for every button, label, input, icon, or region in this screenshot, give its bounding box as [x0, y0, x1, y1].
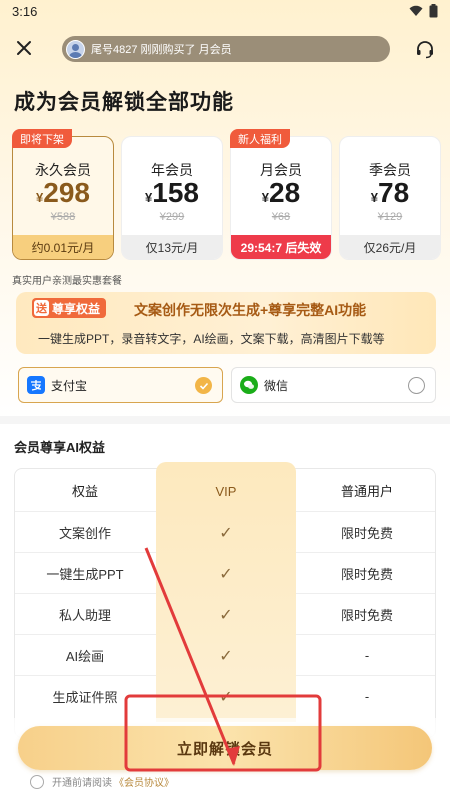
promo-badge-send: 送	[34, 300, 49, 316]
plan-disclaimer: 真实用户亲测最实惠套餐	[12, 276, 122, 287]
header-benefit: 权益	[71, 483, 98, 499]
vip-header: VIP	[215, 483, 237, 499]
promo-badge-text: 尊享权益	[52, 301, 101, 316]
plan-price: ¥298	[13, 177, 113, 209]
benefit-name: 生成证件照	[52, 689, 118, 705]
plan-footer: 约0.01元/月	[13, 235, 113, 259]
price-value: 298	[43, 177, 90, 208]
benefit-name: 一键生成PPT	[46, 566, 124, 582]
radio-checked[interactable]	[195, 377, 212, 394]
ticker-text: 尾号4827 刚刚购买了 月会员	[91, 44, 232, 56]
benefit-name: AI绘画	[65, 648, 105, 664]
plan-card-quarter[interactable]: 季会员 ¥78 ¥129 仅26元/月	[339, 136, 441, 260]
plan-badge-newcomer: 新人福利	[230, 129, 290, 148]
check-icon	[199, 382, 208, 390]
unlock-vip-button[interactable]: 立即解锁会员	[18, 726, 432, 770]
alipay-icon	[27, 376, 45, 394]
status-bar: 3:16	[0, 0, 450, 22]
vip-check: ✓	[219, 688, 233, 706]
plan-footer: 仅26元/月	[340, 235, 440, 259]
original-price: ¥129	[377, 211, 403, 223]
agreement-prefix: 开通前请阅读	[52, 778, 112, 789]
benefit-name: 私人助理	[58, 607, 111, 623]
status-icons	[409, 4, 438, 18]
customer-service-button[interactable]	[412, 36, 438, 62]
promo-banner: 送 尊享权益 文案创作无限次生成+尊享完整AI功能 一键生成PPT，录音转文字，…	[16, 292, 436, 354]
close-button[interactable]	[12, 36, 36, 60]
payment-option-wechat[interactable]: 微信	[231, 367, 436, 403]
promo-title: 文案创作无限次生成+尊享完整AI功能	[134, 302, 367, 318]
close-icon	[17, 41, 31, 55]
plan-footer: 仅13元/月	[122, 235, 222, 259]
benefit-name: 文案创作	[58, 525, 111, 541]
currency: ¥	[261, 190, 270, 205]
promo-badge: 送 尊享权益	[32, 298, 107, 318]
promo-subtitle: 一键生成PPT，录音转文字，AI绘画，文案下载，高清图片下载等	[38, 332, 385, 346]
header-normal-user: 普通用户	[340, 483, 393, 499]
vip-column-highlight: VIP ✓ ✓ ✓ ✓ ✓	[156, 462, 296, 722]
top-header: 尾号4827 刚刚购买了 月会员	[0, 34, 450, 64]
currency: ¥	[370, 190, 379, 205]
bottom-action-bar: 立即解锁会员 开通前请阅读 《会员协议》	[0, 718, 450, 800]
normal-value: -	[364, 647, 370, 663]
normal-value: 限时免费	[340, 525, 393, 541]
payment-label: 支付宝	[51, 378, 88, 393]
benefits-section-title: 会员尊享AI权益	[14, 440, 106, 455]
agreement-checkbox[interactable]	[30, 774, 44, 789]
normal-value: -	[364, 688, 370, 704]
section-divider	[0, 416, 450, 424]
plan-price: ¥78	[340, 177, 440, 209]
original-price: ¥68	[271, 211, 291, 223]
headset-icon	[417, 41, 433, 59]
vip-check: ✓	[219, 524, 233, 542]
wechat-icon	[240, 376, 258, 394]
normal-value: 限时免费	[340, 607, 393, 623]
agreement-row: 开通前请阅读 《会员协议》	[30, 774, 174, 789]
status-time: 3:16	[12, 3, 38, 19]
wifi-icon	[409, 5, 423, 16]
plan-card-month[interactable]: 月会员 ¥28 ¥68 29:54:7 后失效	[230, 136, 332, 260]
battery-icon	[429, 4, 438, 18]
vip-check: ✓	[219, 647, 233, 665]
purchase-ticker: 尾号4827 刚刚购买了 月会员	[62, 36, 390, 62]
payment-option-alipay[interactable]: 支付宝	[18, 367, 223, 403]
agreement-link[interactable]: 《会员协议》	[114, 774, 174, 789]
plan-card-lifetime[interactable]: 永久会员 ¥298 ¥588 约0.01元/月	[12, 136, 114, 260]
price-value: 158	[152, 177, 199, 208]
countdown-timer: 29:54:7 后失效	[231, 235, 331, 259]
plan-price: ¥158	[122, 177, 222, 209]
radio-unchecked[interactable]	[408, 377, 425, 394]
vip-check: ✓	[219, 606, 233, 624]
price-value: 28	[269, 177, 301, 208]
avatar	[66, 39, 85, 59]
plan-list: 永久会员 ¥298 ¥588 约0.01元/月 年会员 ¥158 ¥299 仅1…	[12, 136, 442, 260]
original-price: ¥588	[50, 211, 76, 223]
plan-badge-limited: 即将下架	[12, 129, 72, 148]
price-value: 78	[378, 177, 410, 208]
original-price: ¥299	[159, 211, 185, 223]
payment-label: 微信	[264, 378, 289, 393]
page-title: 成为会员解锁全部功能	[14, 91, 234, 114]
normal-value: 限时免费	[340, 566, 393, 582]
plan-card-year[interactable]: 年会员 ¥158 ¥299 仅13元/月	[121, 136, 223, 260]
plan-price: ¥28	[231, 177, 331, 209]
vip-check: ✓	[219, 565, 233, 583]
